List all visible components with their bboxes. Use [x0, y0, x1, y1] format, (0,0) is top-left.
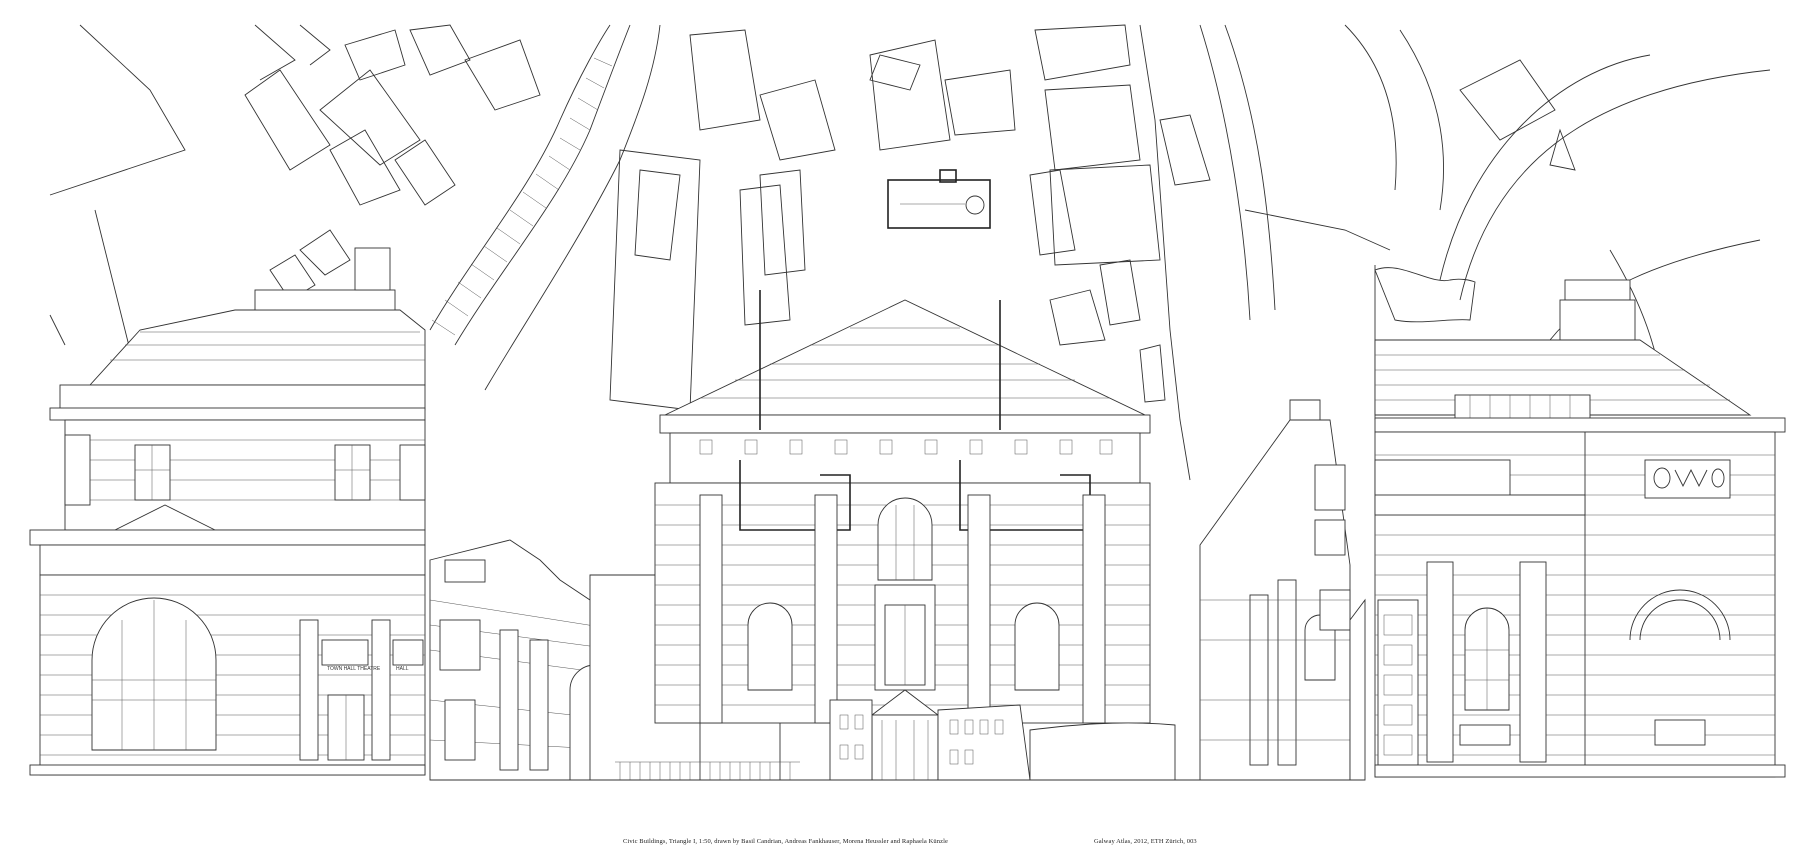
central-portico-elevation	[590, 290, 1210, 781]
center-right-street-facades	[1199, 399, 1366, 781]
left-building-elevation: TOWN HALL THEATRE HALL	[29, 247, 426, 776]
architectural-elevation-drawing: TOWN HALL THEATRE HALL	[29, 24, 1786, 781]
drawing-sheet: TOWN HALL THEATRE HALL Civic Buildings, …	[0, 0, 1800, 860]
inscription-town-hall: TOWN HALL THEATRE	[327, 666, 381, 672]
drawing-caption-atlas: Galway Atlas, 2012, ETH Zürich, 003	[1094, 838, 1197, 845]
inscription-hall: HALL	[396, 666, 409, 672]
drawing-caption-title: Civic Buildings, Triangle I, 1:50, drawn…	[623, 838, 948, 845]
right-building-elevation	[1374, 265, 1786, 778]
